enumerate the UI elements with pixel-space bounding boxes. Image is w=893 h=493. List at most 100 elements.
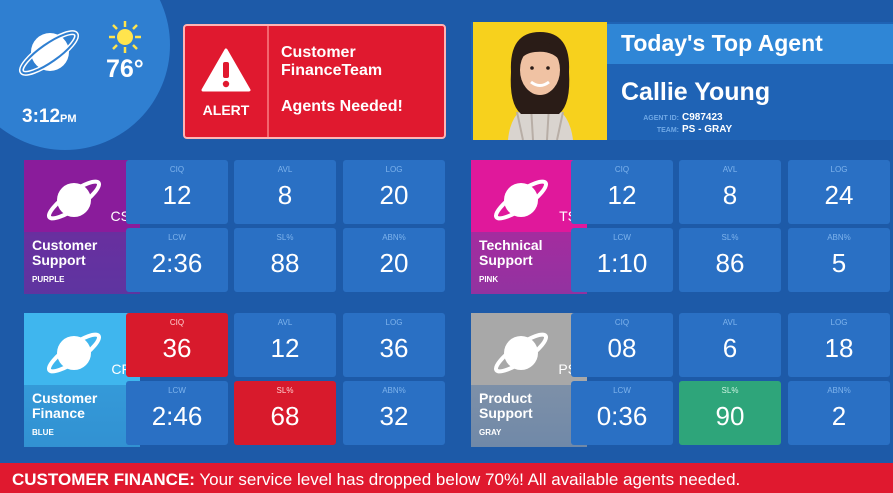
top-agent-name: Callie Young [621,78,771,106]
metric-card-lcw: LCW 2:36 [126,228,228,292]
ticker-text: CUSTOMER FINANCE: Your service level has… [12,470,740,490]
metric-label: LCW [613,233,631,242]
alert-team: Customer FinanceTeam [281,44,383,79]
metric-value: 1:10 [596,248,648,278]
metric-card-abn-pct: ABN% 32 [343,381,445,445]
metric-card-log: LOG 24 [788,160,890,224]
team-tile-cf: CF Customer Finance BLUE [24,313,140,447]
metric-card-log: LOG 18 [788,313,890,377]
metric-label: SL% [721,386,739,395]
metric-value: 20 [379,180,409,210]
metric-card-ciq: CIQ 36 [126,313,228,377]
team-tile-ts: TS Technical Support PINK [471,160,587,294]
team-color-name: BLUE [32,428,54,437]
metric-value: 2:46 [151,401,203,431]
metric-label: LOG [385,318,403,327]
metric-card-ciq: CIQ 12 [126,160,228,224]
metric-card-sl-pct: SL% 86 [679,228,781,292]
metric-card-avl: AVL 12 [234,313,336,377]
metric-label: SL% [276,386,294,395]
top-agent-title: Today's Top Agent [621,30,823,56]
team-logo-panel: CS [24,160,140,232]
metric-label: SL% [721,233,739,242]
metric-label: CIQ [169,165,185,174]
metric-label: LCW [168,386,186,395]
team-logo-panel: PS [471,313,587,385]
team-logo-panel: CF [24,313,140,385]
alert-label: ALERT [202,102,250,118]
metric-card-abn-pct: ABN% 5 [788,228,890,292]
team-name: Customer Finance [32,391,136,421]
metric-value: 68 [270,401,300,431]
metric-value: 5 [831,248,847,278]
metric-label: AVL [722,165,738,174]
team-name: Customer Support [32,238,136,268]
team-name: Product Support [479,391,583,421]
metric-value: 36 [162,333,192,363]
team-name-line1: Customer [32,390,98,406]
team-logo-panel: TS [471,160,587,232]
top-agent-panel: Today's Top Agent Callie Young AGENT ID:… [471,22,893,140]
metric-value: 12 [270,333,300,363]
metric-label: CIQ [169,318,185,327]
team-color-name: PINK [479,275,499,284]
team-name-line1: Product [479,390,532,406]
warning-icon [201,48,251,92]
metric-value: 18 [824,333,854,363]
metric-value: 90 [715,401,745,431]
metric-label: ABN% [827,233,851,242]
metric-card-ciq: CIQ 08 [571,313,673,377]
agent-team: PS - GRAY [682,124,733,135]
team-name-line2: Support [479,252,533,268]
team-label: TEAM: [656,127,679,134]
metric-value: 6 [722,333,738,363]
clock-time: 3:12 [22,106,61,127]
metric-value: 32 [379,401,409,431]
metric-value: 08 [607,333,637,363]
clock: 3:12PM [22,106,77,128]
metric-card-log: LOG 20 [343,160,445,224]
agent-portrait-image [508,32,573,140]
team-name-line2: Support [32,252,86,268]
planet-logo-icon [18,30,80,76]
agent-id-label: AGENT ID: [643,115,679,122]
metric-value: 86 [715,248,745,278]
team-name-line2: Support [479,405,533,421]
team-tile-ps: PS Product Support GRAY [471,313,587,447]
metric-value: 2:36 [151,248,203,278]
metric-label: LCW [613,386,631,395]
team-name-line1: Technical [479,237,543,253]
team-name-line1: Customer [32,237,98,253]
metric-card-lcw: LCW 2:46 [126,381,228,445]
metric-label: CIQ [614,165,630,174]
metric-card-ciq: CIQ 12 [571,160,673,224]
metric-value: 12 [162,180,192,210]
agent-id: C987423 [682,112,723,123]
metric-card-log: LOG 36 [343,313,445,377]
metric-value: 2 [831,401,847,431]
metric-value: 36 [379,333,409,363]
alert-message: Agents Needed! [281,98,403,115]
team-color-name: GRAY [479,428,502,437]
metric-card-sl-pct: SL% 90 [679,381,781,445]
metric-value: 24 [824,180,854,210]
metric-card-sl-pct: SL% 68 [234,381,336,445]
metric-label: LOG [830,318,848,327]
alert-ticker: CUSTOMER FINANCE: Your service level has… [0,463,893,493]
metric-label: AVL [277,318,293,327]
metric-label: SL% [276,233,294,242]
metric-value: 88 [270,248,300,278]
metric-card-avl: AVL 8 [679,160,781,224]
top-agent-ids: AGENT ID: C987423 TEAM: PS - GRAY [621,112,732,136]
sun-icon [109,21,141,53]
metric-label: LCW [168,233,186,242]
clock-ampm: PM [60,113,77,125]
metric-value: 8 [277,180,293,210]
metric-label: ABN% [827,386,851,395]
metric-value: 0:36 [596,401,648,431]
metric-card-avl: AVL 6 [679,313,781,377]
metric-label: AVL [277,165,293,174]
metric-value: 20 [379,248,409,278]
team-name: Technical Support [479,238,583,268]
metric-value: 12 [607,180,637,210]
